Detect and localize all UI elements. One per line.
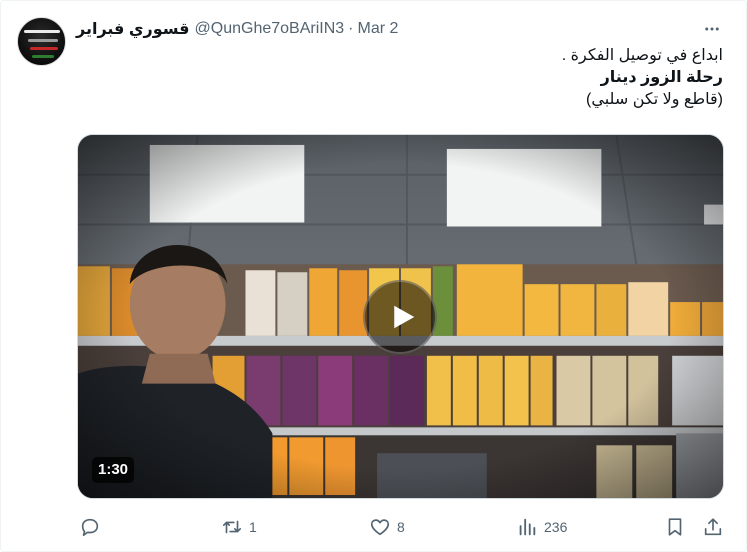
tweet-text: ابداع في توصيل الفكرة . رحلة الزوز دينار… (401, 45, 723, 111)
like-count: 8 (397, 519, 405, 535)
video-player[interactable]: 1:30 (77, 134, 724, 499)
display-name[interactable]: قسوري فبراير (76, 19, 190, 39)
play-icon (393, 305, 414, 329)
more-icon (705, 27, 719, 31)
tweet-line-3: (قاطع ولا تكن سلبي) (586, 91, 723, 108)
retweet-count: 1 (249, 519, 257, 535)
avatar[interactable] (17, 17, 66, 66)
retweet-button[interactable]: 1 (221, 512, 257, 542)
reply-icon (81, 518, 99, 537)
bookmark-icon (668, 518, 682, 536)
play-button[interactable] (363, 280, 437, 354)
user-handle[interactable]: @QunGhe7oBAriIN3 (195, 20, 345, 38)
video-duration: 1:30 (92, 457, 135, 483)
tweet-card[interactable]: قسوري فبراير @QunGhe7oBAriIN3 · Mar 2 اب… (0, 0, 747, 552)
reply-button[interactable] (79, 512, 107, 542)
tweet-header: قسوري فبراير @QunGhe7oBAriIN3 · Mar 2 (76, 17, 398, 41)
share-button[interactable] (702, 512, 724, 542)
tweet-actions: 1 8 236 (77, 512, 727, 542)
like-icon (370, 519, 390, 536)
share-icon (704, 518, 722, 536)
bookmark-button[interactable] (664, 512, 686, 542)
views-count: 236 (544, 519, 568, 535)
views-icon (519, 518, 536, 536)
tweet-date[interactable]: Mar 2 (358, 20, 399, 38)
separator-dot: · (348, 20, 354, 37)
tweet-line-2: رحلة الزوز دينار (600, 69, 723, 86)
retweet-icon (222, 520, 242, 534)
like-button[interactable]: 8 (369, 512, 405, 542)
tweet-line-1: ابداع في توصيل الفكرة . (561, 47, 723, 64)
more-options-button[interactable] (699, 17, 725, 41)
views-button[interactable]: 236 (516, 512, 567, 542)
